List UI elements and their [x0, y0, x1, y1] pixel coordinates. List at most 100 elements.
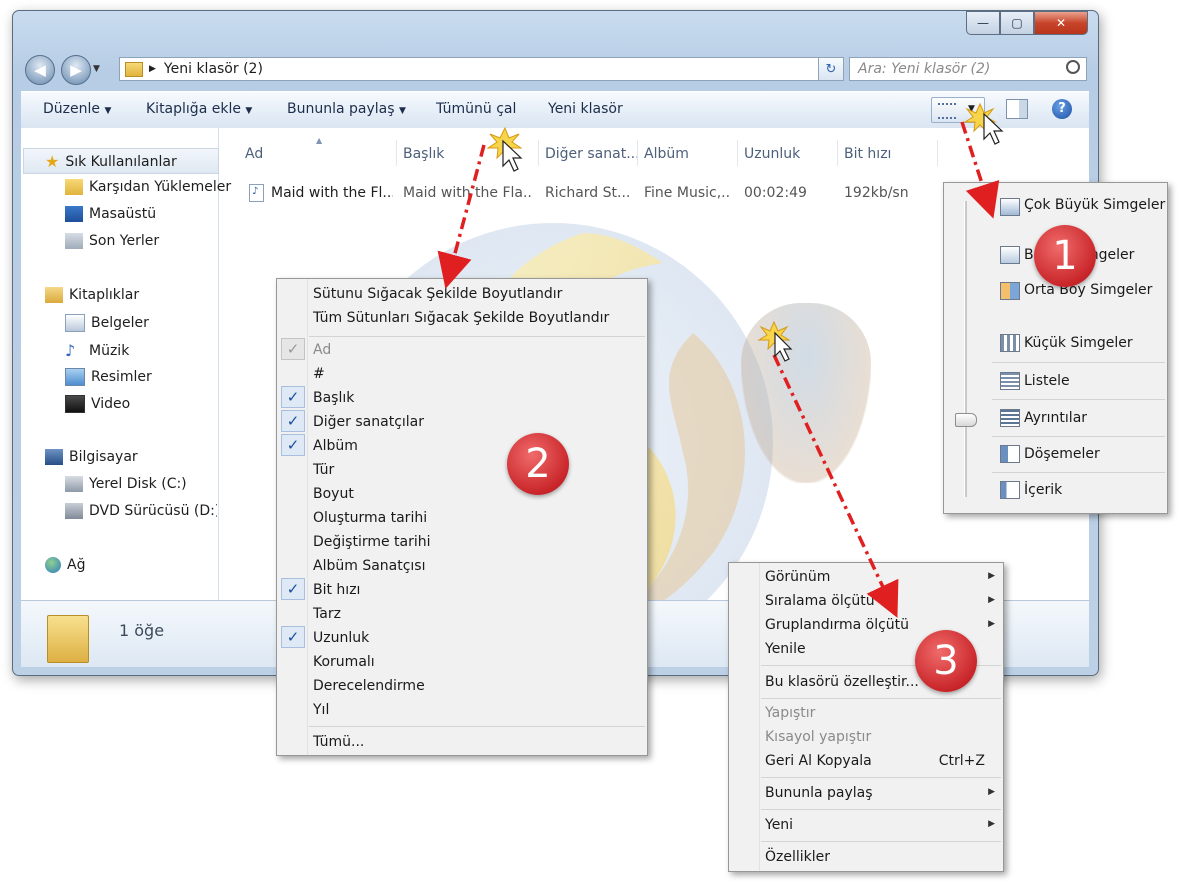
menu-separator [992, 362, 1165, 363]
menu-item-column[interactable]: Korumalı [313, 654, 375, 670]
column-divider[interactable] [396, 140, 397, 166]
menu-item-properties[interactable]: Özellikler [765, 849, 830, 865]
search-box[interactable]: Ara: Yeni klasör (2) [849, 57, 1087, 81]
menu-item-column[interactable]: Boyut [313, 486, 354, 502]
menu-item-fit-all-columns[interactable]: Tüm Sütunları Sığacak Şekilde Boyutlandı… [313, 310, 609, 326]
menu-item-new[interactable]: Yeni [765, 817, 793, 833]
menu-item-details[interactable]: Ayrıntılar [1024, 410, 1087, 426]
menu-item-medium-icons[interactable]: Orta Boy Simgeler [1024, 282, 1152, 298]
menu-separator [309, 336, 645, 337]
medium-icons-icon [1000, 282, 1020, 300]
large-icons-icon [1000, 246, 1020, 264]
nav-item-local-disk[interactable]: Yerel Disk (C:) [65, 476, 187, 492]
search-icon[interactable] [1066, 60, 1080, 74]
close-button[interactable]: ✕ [1034, 11, 1088, 35]
menu-item-column[interactable]: Tarz [313, 606, 341, 622]
menu-item-group-by[interactable]: Gruplandırma ölçütü [765, 617, 909, 633]
annotation-badge-2: 2 [507, 433, 569, 495]
column-divider[interactable] [937, 140, 938, 166]
help-icon[interactable]: ? [1052, 99, 1072, 119]
search-input[interactable]: Ara: Yeni klasör (2) [858, 61, 990, 77]
dvd-drive-icon [65, 503, 83, 519]
preview-pane-icon[interactable] [1006, 99, 1028, 119]
view-dropdown-icon[interactable]: ▼ [968, 104, 975, 114]
menu-item-refresh[interactable]: Yenile [765, 641, 806, 657]
menu-item-column: Ad [313, 342, 332, 358]
view-details-icon [938, 103, 956, 119]
menu-item-column[interactable]: Albüm [313, 438, 358, 454]
column-header-artists[interactable]: Diğer sanat... [545, 146, 640, 162]
nav-item-favorites[interactable]: ★ Sık Kullanılanlar [45, 152, 177, 171]
menu-item-more[interactable]: Tümü... [313, 734, 364, 750]
menu-item-list[interactable]: Listele [1024, 373, 1070, 389]
nav-item-dvd[interactable]: DVD Sürücüsü (D:) G: [65, 503, 217, 519]
organize-button[interactable]: Düzenle ▼ [43, 101, 111, 117]
minimize-button[interactable]: — [966, 11, 1000, 35]
submenu-arrow-icon: ▶ [988, 595, 995, 605]
column-header-length[interactable]: Uzunluk [744, 146, 800, 162]
documents-icon [65, 314, 85, 332]
desktop-icon [65, 206, 83, 222]
view-slider-track[interactable] [964, 201, 967, 497]
column-divider[interactable] [538, 140, 539, 166]
menu-item-content[interactable]: İçerik [1024, 482, 1062, 498]
menu-item-column[interactable]: Değiştirme tarihi [313, 534, 431, 550]
view-slider-thumb[interactable] [955, 413, 977, 427]
menu-item-customize-folder[interactable]: Bu klasörü özelleştir... [765, 674, 919, 690]
change-view-button[interactable]: ▼ [931, 97, 985, 123]
add-to-library-button[interactable]: Kitaplığa ekle ▼ [146, 101, 252, 117]
menu-item-column[interactable]: Albüm Sanatçısı [313, 558, 426, 574]
column-divider[interactable] [737, 140, 738, 166]
maximize-button[interactable]: ▢ [1000, 11, 1034, 35]
menu-item-column[interactable]: Tür [313, 462, 334, 478]
nav-item-videos[interactable]: Video [65, 395, 130, 413]
column-header-name[interactable]: Ad [245, 146, 263, 162]
refresh-button[interactable]: ↻ [818, 57, 844, 81]
menu-item-tiles[interactable]: Döşemeler [1024, 446, 1100, 462]
nav-item-network[interactable]: Ağ [45, 557, 85, 573]
nav-item-downloads[interactable]: Karşıdan Yüklemeler [65, 179, 231, 195]
column-header-bitrate[interactable]: Bit hızı [844, 146, 891, 162]
check-icon: ✓ [281, 338, 305, 360]
nav-item-libraries[interactable]: Kitaplıklar [45, 287, 139, 303]
share-with-button[interactable]: Bununla paylaş ▼ [287, 101, 406, 117]
nav-item-recent[interactable]: Son Yerler [65, 233, 159, 249]
menu-item-view[interactable]: Görünüm [765, 569, 830, 585]
folder-icon [125, 61, 143, 77]
column-header-album[interactable]: Albüm [644, 146, 689, 162]
column-divider[interactable] [637, 140, 638, 166]
libraries-icon [45, 287, 63, 303]
nav-item-pictures[interactable]: Resimler [65, 368, 152, 386]
menu-item-column[interactable]: Diğer sanatçılar [313, 414, 424, 430]
address-bar[interactable]: ▶ Yeni klasör (2) ▼ [119, 57, 841, 81]
recent-pages-chevron-icon[interactable]: ▼ [93, 64, 100, 74]
back-button[interactable]: ◀ [25, 55, 55, 85]
nav-item-music[interactable]: ♪ Müzik [65, 341, 129, 360]
context-menu: Görünüm ▶ Sıralama ölçütü ▶ Gruplandırma… [728, 562, 1004, 872]
menu-item-column[interactable]: Derecelendirme [313, 678, 425, 694]
menu-item-undo-copy[interactable]: Geri Al Kopyala [765, 753, 872, 769]
new-folder-button[interactable]: Yeni klasör [548, 101, 623, 117]
menu-item-small-icons[interactable]: Küçük Simgeler [1024, 335, 1133, 351]
forward-button[interactable]: ▶ [61, 55, 91, 85]
column-header-title[interactable]: Başlık [403, 146, 444, 162]
menu-separator [309, 726, 645, 727]
nav-item-computer[interactable]: Bilgisayar [45, 449, 138, 465]
annotation-badge-1: 1 [1034, 225, 1096, 287]
menu-item-column[interactable]: Başlık [313, 390, 354, 406]
menu-item-column[interactable]: Yıl [313, 702, 329, 718]
menu-item-extra-large-icons[interactable]: Çok Büyük Simgeler [1024, 197, 1165, 213]
menu-item-column[interactable]: Uzunluk [313, 630, 369, 646]
nav-item-documents[interactable]: Belgeler [65, 314, 149, 332]
nav-label: Masaüstü [89, 206, 157, 222]
file-name[interactable]: Maid with the Fl... [271, 185, 393, 201]
menu-item-column[interactable]: # [313, 366, 325, 382]
menu-item-column[interactable]: Oluşturma tarihi [313, 510, 427, 526]
column-divider[interactable] [837, 140, 838, 166]
menu-item-fit-column[interactable]: Sütunu Sığacak Şekilde Boyutlandır [313, 286, 562, 302]
menu-item-column[interactable]: Bit hızı [313, 582, 360, 598]
play-all-button[interactable]: Tümünü çal [436, 101, 516, 117]
menu-item-sort-by[interactable]: Sıralama ölçütü [765, 593, 875, 609]
nav-item-desktop[interactable]: Masaüstü [65, 206, 156, 222]
menu-item-share-with[interactable]: Bununla paylaş [765, 785, 873, 801]
